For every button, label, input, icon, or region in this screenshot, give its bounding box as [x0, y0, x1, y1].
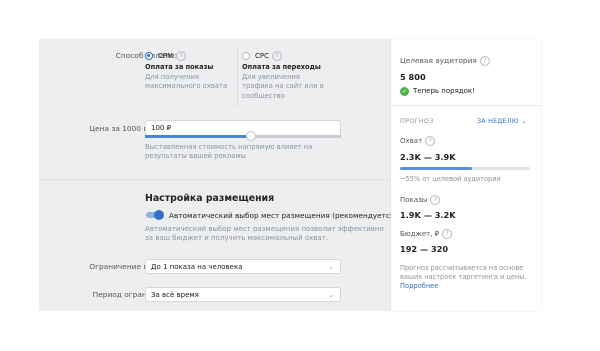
cpm-help-icon[interactable]: ?	[176, 51, 187, 61]
forecast-card: Целевая аудитория? 5 800 ✓ Теперь порядо…	[391, 39, 541, 311]
reach-value: 2.3K — 3.9K	[400, 152, 456, 162]
audience-value: 5 800	[400, 72, 426, 82]
chevron-down-icon: ⌄	[521, 117, 527, 125]
period-limit-select[interactable]: За всё время ⌄	[145, 287, 341, 302]
price-hint: Выставленная стоимость напрямую влияет н…	[145, 143, 313, 161]
budget-label-text: Бюджет, ₽	[400, 230, 440, 238]
forecast-label: ПРОГНОЗ	[400, 117, 434, 125]
audience-status: Теперь порядок!	[413, 87, 475, 95]
toggle-knob	[154, 210, 164, 220]
cpm-option-desc: Для получения максимального охвата	[145, 73, 228, 91]
reach-note: ~55% от целевой аудитории	[400, 175, 501, 183]
impressions-limit-select[interactable]: До 1 показа на человека ⌄	[145, 259, 341, 274]
impressions-limit-value: До 1 показа на человека	[151, 263, 243, 271]
cpm-option-name[interactable]: CPM?	[158, 51, 187, 61]
chevron-down-icon: ⌄	[328, 263, 334, 271]
budget-label: Бюджет, ₽?	[400, 229, 453, 239]
reach-bar	[400, 167, 530, 170]
reach-label: Охват?	[400, 136, 436, 146]
placement-title: Настройка размещения	[145, 193, 275, 204]
audience-help-icon[interactable]: ?	[479, 56, 490, 66]
reach-label-text: Охват	[400, 137, 423, 145]
cpc-radio[interactable]	[242, 52, 250, 60]
section-divider	[39, 179, 391, 180]
cpm-radio[interactable]	[145, 52, 153, 60]
price-slider-track[interactable]	[145, 131, 341, 141]
campaign-settings-panel: Способ оплаты: CPM? Оплата за показы Для…	[39, 39, 391, 311]
success-icon: ✓	[400, 87, 409, 96]
reach-help-icon[interactable]: ?	[425, 136, 436, 146]
price-input[interactable]: 100 ₽	[145, 120, 341, 136]
auto-placement-toggle[interactable]	[146, 210, 164, 220]
budget-value: 192 — 320	[400, 244, 449, 254]
forecast-period-dropdown[interactable]: ЗА НЕДЕЛЮ ⌄	[477, 117, 527, 125]
price-slider-handle[interactable]	[245, 131, 256, 141]
placement-desc: Автоматический выбор мест размещения поз…	[145, 225, 384, 243]
audience-title-text: Целевая аудитория	[400, 56, 477, 65]
price-value: 100 ₽	[151, 124, 172, 132]
cpm-label: CPM	[158, 52, 174, 60]
forecast-note-text: Прогноз рассчитывается на основе ваших н…	[400, 264, 527, 281]
payment-divider	[237, 49, 238, 107]
cpm-option-title: Оплата за показы	[145, 63, 214, 71]
auto-placement-label: Автоматический выбор мест размещения (ре…	[169, 211, 391, 220]
impressions-label-text: Показы	[400, 196, 428, 204]
cpc-option-desc: Для увеличения трафика на сайт или в соо…	[242, 73, 324, 100]
more-link[interactable]: Подробнее	[400, 282, 438, 290]
impressions-help-icon[interactable]: ?	[430, 195, 441, 205]
cpc-help-icon[interactable]: ?	[272, 51, 282, 61]
impressions-forecast-value: 1.9K — 3.2K	[400, 210, 456, 220]
impressions-forecast-label: Показы?	[400, 195, 441, 205]
chevron-down-icon: ⌄	[328, 291, 334, 299]
price-slider-fill	[145, 135, 251, 138]
cpc-label: CPC	[255, 52, 269, 60]
period-limit-value: За всё время	[151, 291, 199, 299]
forecast-note: Прогноз рассчитывается на основе ваших н…	[400, 264, 530, 291]
reach-bar-fill	[400, 167, 472, 170]
forecast-period-value: ЗА НЕДЕЛЮ	[477, 117, 519, 125]
card-divider	[391, 105, 541, 106]
cpc-option-title: Оплата за переходы	[242, 63, 321, 71]
audience-title: Целевая аудитория?	[400, 56, 490, 66]
budget-help-icon[interactable]: ?	[442, 229, 453, 239]
cpc-option-name[interactable]: CPC?	[255, 51, 282, 61]
